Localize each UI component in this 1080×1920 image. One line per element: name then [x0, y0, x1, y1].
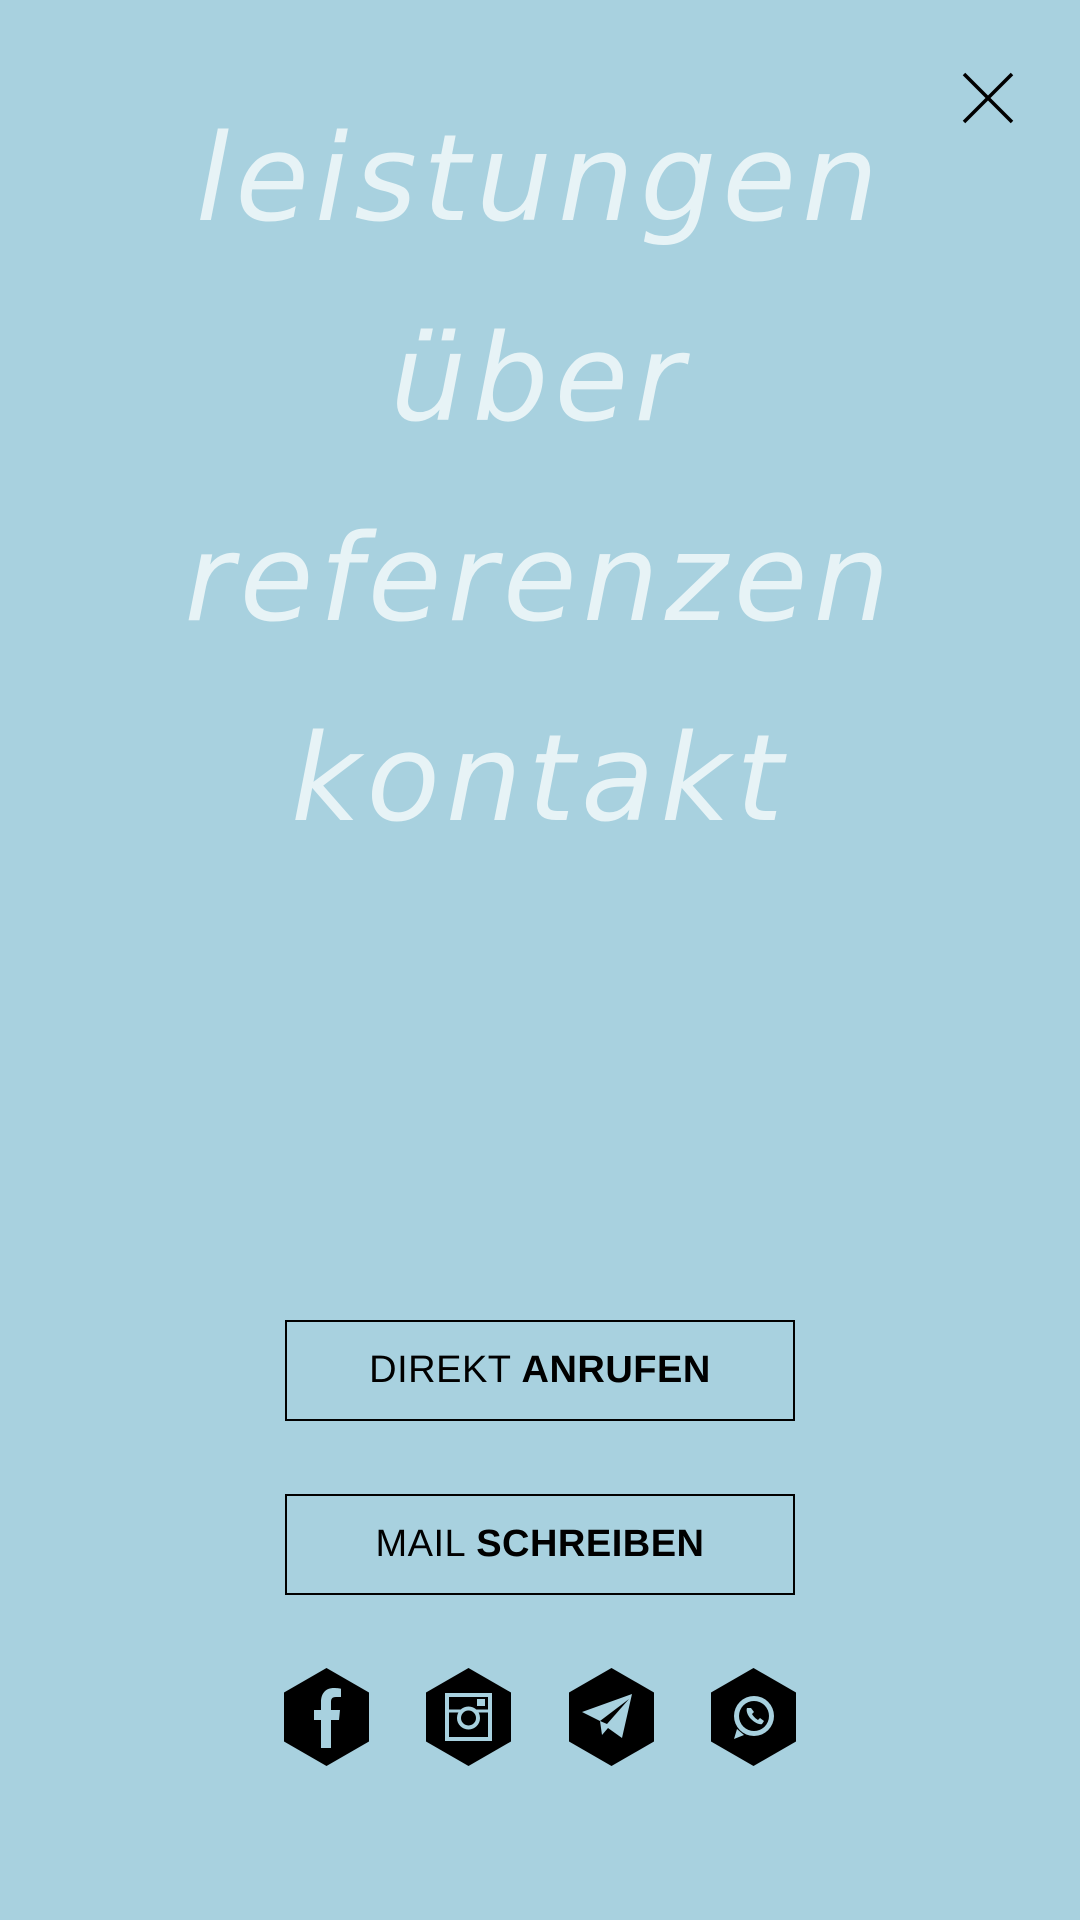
menu-link-kontakt[interactable]: kontakt — [291, 720, 789, 840]
whatsapp-link[interactable] — [710, 1668, 796, 1766]
instagram-link[interactable] — [426, 1668, 512, 1766]
menu-link-leistungen[interactable]: leistungen — [196, 120, 884, 240]
menu-link-ueber[interactable]: über — [390, 320, 689, 440]
mail-button-label-light: MAIL — [375, 1523, 467, 1565]
menu-item-ueber: über — [0, 280, 1080, 480]
facebook-link[interactable] — [284, 1668, 369, 1766]
menu-item-kontakt: kontakt — [0, 680, 1080, 880]
whatsapp-icon — [710, 1668, 796, 1766]
mail-button[interactable]: MAIL SCHREIBEN — [285, 1494, 795, 1595]
mail-button-label-bold: SCHREIBEN — [476, 1523, 705, 1565]
menu-link-referenzen[interactable]: referenzen — [184, 520, 895, 640]
call-button-label-bold: ANRUFEN — [521, 1349, 711, 1391]
call-button-label-light: DIREKT — [369, 1349, 512, 1391]
telegram-icon — [568, 1668, 654, 1766]
social-links — [284, 1668, 796, 1766]
call-button[interactable]: DIREKT ANRUFEN — [285, 1320, 795, 1421]
facebook-icon — [284, 1668, 369, 1766]
telegram-link[interactable] — [568, 1668, 654, 1766]
instagram-icon — [426, 1668, 512, 1766]
main-menu: leistungen über referenzen kontakt — [0, 80, 1080, 880]
menu-item-referenzen: referenzen — [0, 480, 1080, 680]
menu-item-leistungen: leistungen — [0, 80, 1080, 280]
